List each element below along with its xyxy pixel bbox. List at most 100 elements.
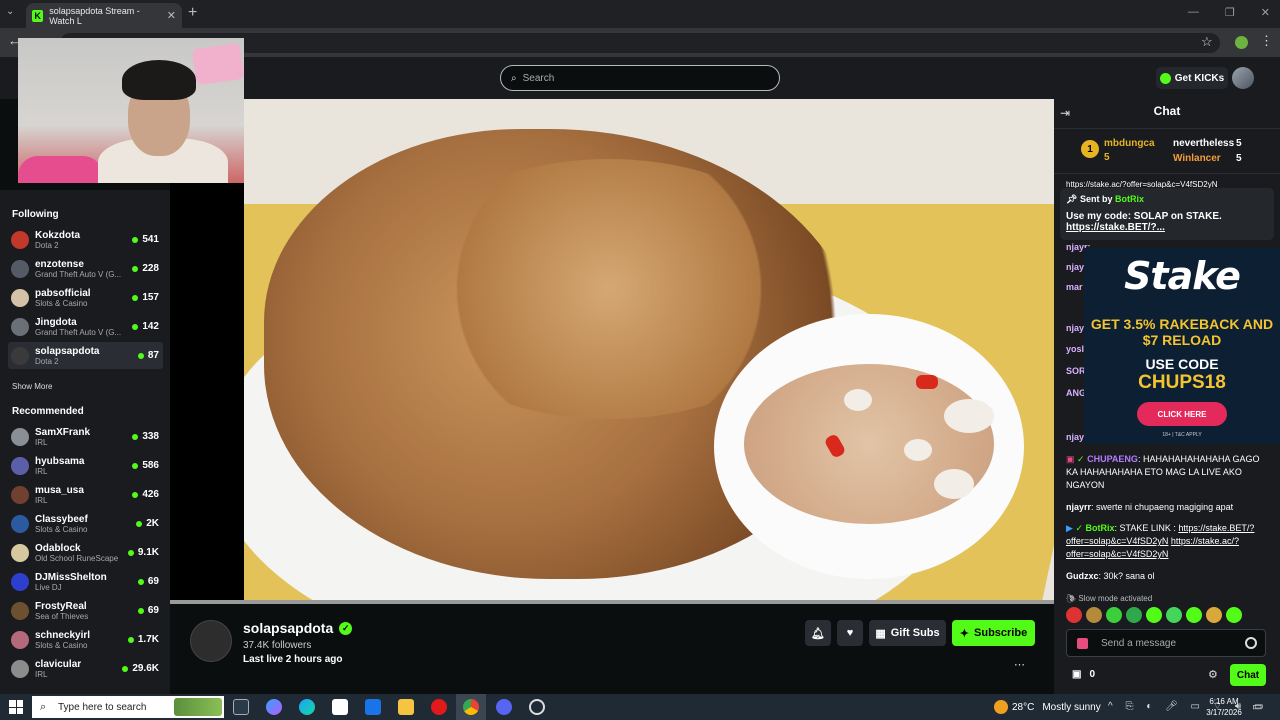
kicks-balance[interactable]: ▣ 0 [1072, 669, 1095, 680]
emote-icon[interactable] [1066, 607, 1082, 623]
video-player[interactable] [170, 99, 1054, 604]
viewer-count: 69 [137, 605, 159, 616]
browser-menu-icon[interactable]: ⋮ [1260, 33, 1273, 49]
window-controls: — ❐ ✕ [1188, 6, 1270, 19]
system-tray[interactable]: ^ ⎘ ◐ 🎤︎ ▭ ⌔ 🔊︎ ▭ [1108, 700, 1268, 713]
emote-icon[interactable] [1206, 607, 1222, 623]
edge-icon[interactable] [299, 699, 315, 715]
chat-title: Chat [1153, 104, 1181, 118]
gift-icon[interactable] [1077, 638, 1088, 649]
emoji-picker-icon[interactable] [1245, 637, 1257, 649]
emote-icon[interactable] [1186, 607, 1202, 623]
maximize-icon[interactable]: ❐ [1225, 6, 1235, 19]
obs-icon[interactable] [529, 699, 545, 715]
chat-username[interactable]: BotRix [1086, 523, 1115, 533]
chat-username[interactable]: CHUPAENG [1087, 454, 1138, 464]
discord-icon[interactable] [496, 699, 512, 715]
close-window-icon[interactable]: ✕ [1261, 6, 1270, 19]
bookmark-star-icon[interactable]: ☆ [1201, 34, 1213, 50]
emote-icon[interactable] [1086, 607, 1102, 623]
viewer-count-value: 2K [146, 518, 159, 529]
sidebar-channel-odablock[interactable]: Odablock Old School RuneScape 9.1K [8, 539, 163, 566]
show-more-link[interactable]: Show More [12, 382, 52, 391]
tab-search-icon[interactable]: ⌄ [6, 6, 14, 17]
subscribe-button[interactable]: ✦ Subscribe [952, 620, 1035, 646]
send-chat-button[interactable]: Chat [1230, 664, 1266, 686]
file-explorer-icon[interactable] [398, 699, 414, 715]
gift-icon: ▦ [875, 627, 886, 640]
search-input[interactable]: ⌕ Search [500, 65, 780, 91]
chat-settings-gear-icon[interactable]: ⚙ [1208, 668, 1218, 681]
sidebar-channel-kokzdota[interactable]: Kokzdota Dota 2 541 [8, 226, 163, 253]
tab-close-icon[interactable]: ✕ [167, 9, 176, 22]
pinned-link[interactable]: https://stake.BET/?... [1066, 222, 1268, 233]
streamer-avatar[interactable] [190, 620, 232, 662]
task-view-icon[interactable] [233, 699, 249, 715]
emote-icon[interactable] [1166, 607, 1182, 623]
sidebar-channel-samxfrank[interactable]: SamXFrank IRL 338 [8, 423, 163, 450]
outlook-icon[interactable] [365, 699, 381, 715]
share-icon[interactable]: ⋯ [1014, 658, 1025, 671]
sidebar-channel-enzotense[interactable]: enzotense Grand Theft Auto V (G... 228 [8, 255, 163, 282]
new-tab-button[interactable]: + [188, 4, 197, 22]
opera-icon[interactable] [431, 699, 447, 715]
viewer-count: 9.1K [127, 547, 159, 558]
browser-profile-icon[interactable] [1235, 36, 1248, 49]
sidebar-channel-jingdota[interactable]: Jingdota Grand Theft Auto V (G... 142 [8, 313, 163, 340]
browser-tab[interactable]: K solapsapdota Stream - Watch L ✕ [26, 3, 182, 28]
chat-username[interactable]: njayrr [1066, 502, 1091, 512]
sidebar-channel-musa_usa[interactable]: musa_usa IRL 426 [8, 481, 163, 508]
leader-name[interactable]: nevertheless [1173, 138, 1234, 149]
viewer-count: 426 [132, 489, 159, 500]
gift-subs-button[interactable]: ▦ Gift Subs [869, 620, 946, 646]
sidebar-channel-clavicular[interactable]: clavicular IRL 29.6K [8, 655, 163, 682]
stake-ad-banner[interactable]: Stake GET 3.5% RAKEBACK AND $7 RELOAD US… [1084, 248, 1280, 444]
chat-message-input[interactable]: Send a message [1066, 629, 1266, 657]
viewer-count-value: 87 [147, 350, 159, 361]
windows-start-icon[interactable] [9, 700, 23, 714]
viewer-count-value: 338 [142, 431, 159, 442]
follow-heart-button[interactable]: ♥ [837, 620, 863, 646]
sidebar-channel-frostyreal[interactable]: FrostyReal Sea of Thieves 69 [8, 597, 163, 624]
channel-category: Grand Theft Auto V (G... [35, 269, 122, 279]
chat-username[interactable]: Gudzxc [1066, 571, 1099, 581]
emote-icon[interactable] [1226, 607, 1242, 623]
chrome-icon[interactable] [463, 699, 479, 715]
viewer-count: 541 [132, 234, 159, 245]
taskbar-search-box[interactable]: ⌕ Type here to search [32, 696, 224, 718]
channel-category: IRL [35, 437, 48, 447]
minimize-icon[interactable]: — [1188, 6, 1199, 19]
sidebar-channel-solapsapdota[interactable]: solapsapdota Dota 2 87 [8, 342, 163, 369]
user-avatar[interactable] [1232, 67, 1254, 89]
channel-name: musa_usa [35, 484, 84, 496]
emote-icon[interactable] [1126, 607, 1142, 623]
bell-icon: 🔔︎ [811, 627, 825, 640]
streamer-name[interactable]: solapsapdota ✓ [243, 620, 353, 636]
ad-click-here-button[interactable]: CLICK HERE [1137, 402, 1227, 426]
viewer-count: 157 [132, 292, 159, 303]
player-progress-bar[interactable] [170, 600, 1054, 604]
sidebar-channel-djmissshelton[interactable]: DJMissShelton Live DJ 69 [8, 568, 163, 595]
sidebar-channel-schneckyirl[interactable]: schneckyirl Slots & Casino 1.7K [8, 626, 163, 653]
channel-name: solapsapdota [35, 345, 100, 357]
leader-name[interactable]: Winlancer [1173, 153, 1221, 164]
taskbar-clock[interactable]: 6:16 AM 3/17/2026 [1204, 696, 1244, 718]
store-icon[interactable] [332, 699, 348, 715]
viewer-count-value: 157 [142, 292, 159, 303]
notification-center-icon[interactable]: ▭ [1252, 700, 1262, 713]
leader-name[interactable]: mbdungca [1104, 138, 1155, 149]
live-dot-icon [122, 665, 129, 672]
pinned-message[interactable]: 📌︎ Sent by BotRix Use my code: SOLAP on … [1060, 188, 1274, 240]
sidebar-channel-hyubsama[interactable]: hyubsama IRL 586 [8, 452, 163, 479]
weather-widget[interactable]: 28°C Mostly sunny [994, 700, 1101, 714]
verified-badge-icon: ✓ [339, 621, 353, 635]
viewer-count: 87 [137, 350, 159, 361]
sidebar-channel-pabsofficial[interactable]: pabsofficial Slots & Casino 157 [8, 284, 163, 311]
emote-icon[interactable] [1146, 607, 1162, 623]
copilot-icon[interactable] [266, 699, 282, 715]
emote-icon[interactable] [1106, 607, 1122, 623]
notification-bell-button[interactable]: 🔔︎ [805, 620, 831, 646]
sidebar-channel-classybeef[interactable]: Classybeef Slots & Casino 2K [8, 510, 163, 537]
get-kicks-button[interactable]: Get KICKs [1156, 67, 1228, 89]
weather-desc: Mostly sunny [1042, 701, 1101, 713]
